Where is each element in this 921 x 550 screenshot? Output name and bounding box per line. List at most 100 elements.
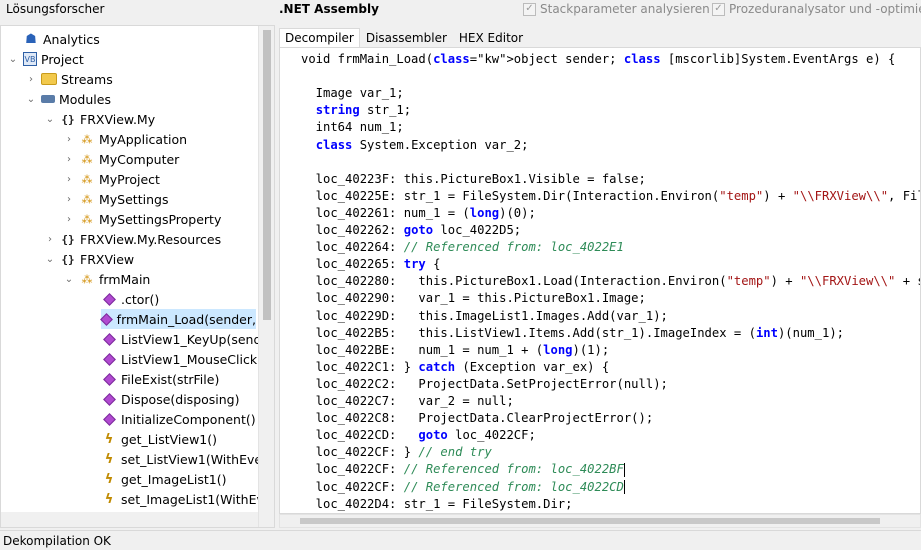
chevron-right-icon[interactable]: › xyxy=(25,73,37,85)
chevron-right-icon[interactable]: › xyxy=(63,213,75,225)
decompiler-code-view[interactable]: void frmMain_Load(class="kw">object send… xyxy=(279,47,921,514)
tree-item-fileexist[interactable]: FileExist(strFile) xyxy=(101,369,219,389)
code-line[interactable]: loc_402264: // Referenced from: loc_4022… xyxy=(301,239,624,256)
tree-item-modules[interactable]: ⌄ Modules xyxy=(25,89,111,109)
stack-parameter-checkbox[interactable]: ✓ Stackparameter analysieren xyxy=(523,2,710,16)
tree-item-label: InitializeComponent() xyxy=(121,411,256,427)
tree-item-label: get_ImageList1() xyxy=(121,471,227,487)
tree-item-frmmain[interactable]: ⌄ ⁂ frmMain xyxy=(63,269,151,289)
code-line[interactable]: loc_402265: try { xyxy=(301,256,441,273)
tree-item-label: frmMain_Load(sender, xyxy=(116,311,256,327)
code-line[interactable]: Image var_1; xyxy=(301,85,404,102)
code-line[interactable]: string str_1; xyxy=(301,102,411,119)
chevron-down-icon[interactable]: ⌄ xyxy=(63,273,75,285)
chevron-down-icon[interactable]: ⌄ xyxy=(25,93,37,105)
code-line[interactable]: loc_4022B5: this.ListView1.Items.Add(str… xyxy=(301,325,844,342)
property-icon: ϟ xyxy=(104,471,114,487)
code-line[interactable]: loc_4022C2: ProjectData.SetProjectError(… xyxy=(301,376,668,393)
code-line[interactable]: loc_4022C1: } catch (Exception var_ex) { xyxy=(301,359,610,376)
class-icon: ⁂ xyxy=(81,272,93,286)
code-line[interactable]: loc_402280: this.PictureBox1.Load(Intera… xyxy=(301,273,920,290)
status-text: Dekompilation OK xyxy=(3,534,111,548)
tree-item-set-imagelist1[interactable]: ϟ set_ImageList1(WithEve xyxy=(101,489,272,509)
tree-vertical-scrollbar[interactable] xyxy=(258,26,274,527)
chevron-right-icon[interactable]: › xyxy=(63,193,75,205)
code-line[interactable]: loc_4022CD: goto loc_4022CF; xyxy=(301,427,536,444)
tree-item-frxview-my[interactable]: ⌄ {} FRXView.My xyxy=(44,109,155,129)
code-line[interactable]: loc_4022C8: ProjectData.ClearProjectErro… xyxy=(301,410,654,427)
tree-item-myapplication[interactable]: › ⁂ MyApplication xyxy=(63,129,187,149)
tree-horizontal-scrollbar[interactable] xyxy=(1,512,258,527)
chevron-right-icon[interactable]: › xyxy=(63,133,75,145)
scrollbar-thumb[interactable] xyxy=(263,30,271,320)
code-line[interactable]: loc_4022C7: var_2 = null; xyxy=(301,393,514,410)
tree-item-frxview-my-resources[interactable]: › {} FRXView.My.Resources xyxy=(44,229,221,249)
property-icon: ϟ xyxy=(104,491,114,507)
tree-item-myproject[interactable]: › ⁂ MyProject xyxy=(63,169,160,189)
module-icon xyxy=(41,95,55,103)
tree-item-label: ListView1_KeyUp(sende xyxy=(121,331,270,347)
code-line[interactable]: loc_402262: goto loc_4022D5; xyxy=(301,222,521,239)
tree-item-label: .ctor() xyxy=(121,291,160,307)
tree-item-get-imagelist1[interactable]: ϟ get_ImageList1() xyxy=(101,469,227,489)
procedure-analyzer-checkbox[interactable]: ✓ Prozeduranalysator und -optimierer xyxy=(712,2,921,16)
namespace-icon: {} xyxy=(61,112,75,126)
tree-item-label: MySettings xyxy=(99,191,169,207)
chevron-right-icon[interactable]: › xyxy=(63,173,75,185)
code-line[interactable]: loc_40223F: this.PictureBox1.Visible = f… xyxy=(301,171,646,188)
tree-item-label: MyProject xyxy=(99,171,160,187)
chevron-right-icon[interactable]: › xyxy=(44,233,56,245)
code-line[interactable]: loc_4022BE: num_1 = num_1 + (long)(1); xyxy=(301,342,610,359)
code-line[interactable]: loc_40229D: this.ImageList1.Images.Add(v… xyxy=(301,308,668,325)
method-icon xyxy=(101,391,117,407)
tree-item-get-listview1[interactable]: ϟ get_ListView1() xyxy=(101,429,217,449)
procedure-analyzer-label: Prozeduranalysator und -optimierer xyxy=(729,2,921,16)
tree-item-listview1-keyup[interactable]: ListView1_KeyUp(sende xyxy=(101,329,269,349)
tab-decompiler[interactable]: Decompiler xyxy=(279,28,360,48)
solution-tree[interactable]: ☗ Analytics ⌄ VB Project › Streams ⌄ Mod… xyxy=(0,25,275,528)
code-line[interactable]: loc_4022CF: } // end try xyxy=(301,444,492,461)
code-line[interactable]: loc_4022CF: // Referenced from: loc_4022… xyxy=(301,479,625,496)
chevron-down-icon[interactable]: ⌄ xyxy=(44,113,56,125)
tree-item-streams[interactable]: › Streams xyxy=(25,69,113,89)
method-icon xyxy=(101,331,117,347)
code-line[interactable]: loc_4022CF: // Referenced from: loc_4022… xyxy=(301,461,625,478)
tree-item-dispose[interactable]: Dispose(disposing) xyxy=(101,389,240,409)
code-line[interactable]: loc_402261: num_1 = (long)(0); xyxy=(301,205,536,222)
tree-item-set-listview1[interactable]: ϟ set_ListView1(WithEvent xyxy=(101,449,275,469)
code-horizontal-scrollbar[interactable] xyxy=(279,514,921,528)
tree-item-project[interactable]: ⌄ VB Project xyxy=(7,49,84,69)
tree-item-label: MyApplication xyxy=(99,131,188,147)
namespace-icon: {} xyxy=(61,252,75,266)
tab-disassembler[interactable]: Disassembler xyxy=(360,28,453,48)
method-icon xyxy=(101,291,117,307)
code-line[interactable]: class System.Exception var_2; xyxy=(301,137,529,154)
tree-item-mycomputer[interactable]: › ⁂ MyComputer xyxy=(63,149,179,169)
project-icon: VB xyxy=(23,52,37,66)
code-line[interactable]: loc_40225E: str_1 = FileSystem.Dir(Inter… xyxy=(301,188,920,205)
tree-item-label: get_ListView1() xyxy=(121,431,217,447)
stack-parameter-label: Stackparameter analysieren xyxy=(540,2,710,16)
code-line[interactable]: loc_402290: var_1 = this.PictureBox1.Ima… xyxy=(301,290,646,307)
chevron-down-icon[interactable]: ⌄ xyxy=(7,53,19,65)
scrollbar-thumb[interactable] xyxy=(300,518,880,524)
code-line[interactable]: int64 num_1; xyxy=(301,119,404,136)
tree-item-label: Dispose(disposing) xyxy=(121,391,240,407)
chevron-right-icon[interactable]: › xyxy=(63,153,75,165)
tab-hex-editor[interactable]: HEX Editor xyxy=(453,28,529,48)
tree-item-frxview[interactable]: ⌄ {} FRXView xyxy=(44,249,134,269)
tree-item-label: set_ListView1(WithEvent xyxy=(121,451,275,467)
code-line[interactable]: loc_4022D4: str_1 = FileSystem.Dir; xyxy=(301,496,573,513)
tree-item-mysettings[interactable]: › ⁂ MySettings xyxy=(63,189,168,209)
tree-item-analytics[interactable]: ☗ Analytics xyxy=(23,29,100,49)
code-line[interactable]: void frmMain_Load(class="kw">object send… xyxy=(301,51,895,68)
tree-item-initializecomponent[interactable]: InitializeComponent() xyxy=(101,409,256,429)
chevron-down-icon[interactable]: ⌄ xyxy=(44,253,56,265)
tree-item-label: FRXView.My.Resources xyxy=(80,231,222,247)
status-bar: Dekompilation OK xyxy=(0,530,921,550)
tree-item-label: frmMain xyxy=(99,271,151,287)
tree-item-ctor[interactable]: .ctor() xyxy=(101,289,159,309)
tree-item-mysettingsproperty[interactable]: › ⁂ MySettingsProperty xyxy=(63,209,221,229)
tree-item-frmmain-load[interactable]: frmMain_Load(sender, xyxy=(101,309,256,329)
tree-item-listview1-mouseclick[interactable]: ListView1_MouseClick(s xyxy=(101,349,268,369)
